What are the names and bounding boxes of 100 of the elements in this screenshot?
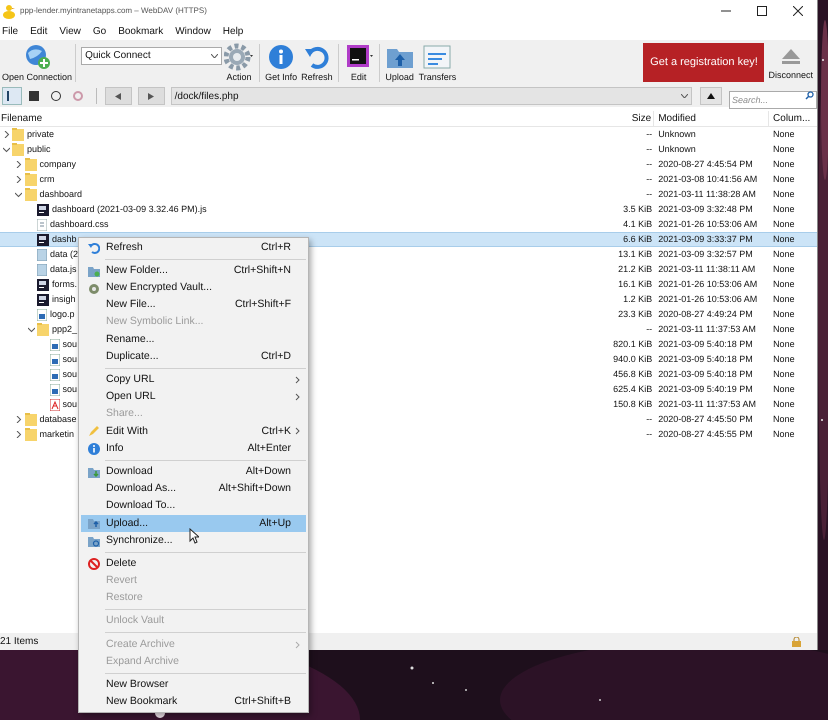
toolbar-button[interactable]: Disconnect — [764, 40, 817, 85]
table-cell-text: None — [772, 322, 796, 336]
modified-cell-text: 2021-03-08 10:41:56 AM — [657, 172, 758, 186]
modified-cell-text: 2021-01-26 10:53:06 AM — [657, 278, 758, 291]
file-name[interactable]: public — [27, 142, 51, 156]
menu-bar-item[interactable]: Help — [222, 24, 244, 38]
path-field[interactable]: /dock/files.php — [170, 87, 692, 105]
size-cell-text: 23.3 KiB — [617, 308, 654, 321]
menu-item[interactable]: Download To... — [81, 498, 306, 515]
menu-item[interactable]: New Encrypted Vault... — [81, 279, 306, 297]
back-button[interactable] — [104, 87, 132, 105]
size-cell-text: -- — [645, 128, 654, 141]
menu-item[interactable]: Duplicate... Ctrl+D — [81, 348, 306, 366]
back-icon — [115, 92, 122, 100]
toolbar-button[interactable]: Transfers — [416, 40, 458, 85]
menu-item[interactable]: New File... Ctrl+Shift+F — [81, 296, 306, 314]
chevron-right-icon[interactable] — [15, 431, 22, 438]
table-cell-text: None — [772, 248, 796, 261]
search-field[interactable]: Search... — [729, 91, 817, 109]
forward-icon — [148, 92, 154, 100]
column-header[interactable]: Filename — [0, 110, 606, 126]
menu-bar-item[interactable]: Window — [175, 24, 211, 38]
file-name[interactable]: company — [40, 158, 76, 172]
file-name[interactable]: database — [40, 412, 77, 426]
document-icon — [37, 248, 47, 260]
file-name[interactable]: marketin — [40, 428, 74, 442]
file-name[interactable]: crm — [40, 172, 54, 186]
parent-folder-button[interactable] — [700, 87, 722, 105]
file-name[interactable]: dashboard (2021-03-09 3.32.46 PM).js — [52, 202, 207, 216]
menu-item[interactable]: Download Alt+Down — [81, 463, 306, 480]
maximize-icon[interactable] — [757, 6, 767, 16]
forward-button[interactable] — [138, 87, 165, 105]
pencil-icon — [88, 425, 100, 438]
menu-item[interactable]: New Browser — [81, 676, 306, 694]
file-name[interactable]: private — [27, 128, 54, 142]
menu-bar-item[interactable]: Edit — [30, 24, 48, 38]
table-cell-text: None — [772, 412, 796, 426]
file-name[interactable]: sou — [62, 338, 78, 352]
registration-button[interactable]: Get a registration key! — [643, 43, 764, 82]
view-toggle[interactable] — [2, 87, 22, 105]
refresh-icon — [88, 242, 100, 254]
menu-item[interactable]: Info Alt+Enter — [81, 440, 306, 458]
toolbar-button[interactable]: Upload — [382, 40, 417, 85]
toolbar-button[interactable]: Get Info — [263, 40, 300, 85]
toolbar-button[interactable]: Action — [222, 40, 256, 85]
menu-item[interactable]: New Bookmark Ctrl+Shift+B — [81, 694, 306, 711]
chevron-down-icon[interactable] — [15, 191, 22, 198]
table-cell-text: None — [772, 172, 796, 186]
table-cell-text: None — [772, 262, 796, 276]
menu-item[interactable]: Rename... — [81, 330, 306, 348]
menu-bar-item[interactable]: Bookmark — [118, 24, 164, 38]
file-name[interactable]: dashboard.css — [50, 218, 109, 232]
chevron-right-icon[interactable] — [15, 176, 22, 183]
vault-icon — [88, 282, 100, 294]
toolbar-button[interactable]: Edit — [342, 40, 376, 85]
file-name[interactable]: forms. — [52, 278, 78, 292]
file-name[interactable]: sou — [62, 398, 78, 412]
menu-item[interactable]: Upload... Alt+Up — [81, 514, 306, 532]
file-name[interactable]: sou — [62, 352, 78, 366]
folder-icon — [24, 158, 36, 171]
menu-item[interactable]: Synchronize... — [81, 532, 306, 550]
size-cell-text: -- — [645, 412, 654, 426]
chevron-down-icon[interactable] — [2, 146, 10, 153]
menu-item[interactable]: Edit With Ctrl+K — [81, 422, 306, 440]
menu-bar-item[interactable]: View — [59, 24, 81, 38]
toolbar-button[interactable]: Refresh — [299, 40, 335, 85]
column-header[interactable]: Colum... — [769, 110, 817, 126]
modified-cell-text: 2021-03-09 5:40:18 PM — [657, 338, 754, 351]
folder-icon — [24, 413, 36, 426]
column-header[interactable]: Modified — [654, 110, 770, 126]
chevron-right-icon[interactable] — [15, 416, 22, 423]
menu-item[interactable]: Delete — [81, 555, 306, 572]
chevron-right-icon[interactable] — [15, 161, 22, 168]
column-header[interactable]: Size — [606, 110, 654, 126]
size-cell-text: 21.2 KiB — [617, 262, 654, 276]
menu-item[interactable]: Refresh Ctrl+R — [81, 239, 306, 256]
menu-bar-item[interactable]: Go — [92, 24, 106, 38]
size-cell-text: -- — [645, 188, 654, 201]
file-name[interactable]: sou — [62, 368, 78, 382]
close-icon[interactable] — [793, 6, 803, 16]
menu-item[interactable]: Download As... Alt+Shift+Down — [81, 480, 306, 498]
menu-bar-item[interactable]: File — [2, 24, 18, 38]
chevron-right-icon[interactable] — [2, 131, 10, 138]
quick-connect-combo[interactable]: Quick Connect — [81, 46, 222, 64]
lock-icon — [792, 636, 801, 646]
toolbar-button[interactable]: Open Connection — [0, 40, 74, 85]
menu-item[interactable]: Copy URL — [81, 371, 306, 388]
file-name[interactable]: dashboard — [40, 188, 82, 202]
folder-download-icon — [88, 466, 100, 478]
file-name[interactable]: ppp2_ — [52, 322, 78, 336]
file-name[interactable]: insigh — [52, 292, 76, 306]
file-name[interactable]: data.js — [50, 262, 77, 276]
menu-item[interactable]: New Folder... Ctrl+Shift+N — [81, 262, 306, 280]
file-name[interactable]: sou — [62, 382, 78, 396]
file-name[interactable]: logo.p — [50, 308, 75, 322]
menu-item[interactable]: Open URL — [81, 388, 306, 406]
chevron-down-icon[interactable] — [28, 326, 34, 333]
file-name[interactable]: data (2 — [50, 248, 78, 262]
size-cell-text: 456.8 KiB — [612, 368, 654, 381]
modified-cell-text: 2021-03-11 11:38:11 AM — [657, 262, 756, 276]
